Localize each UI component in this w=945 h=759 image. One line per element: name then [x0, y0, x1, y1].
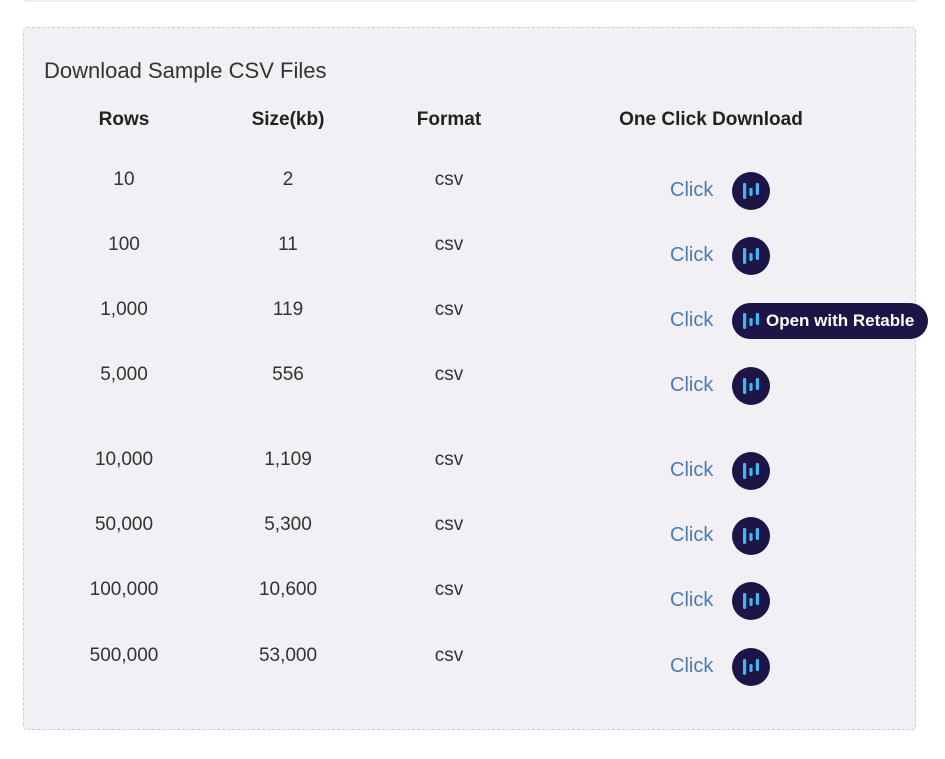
cell-format: csv [434, 299, 464, 320]
open-with-retable-button[interactable]: Open with Retable [732, 367, 770, 405]
table-row: 50,000 5,300 csv Click Open with Retable [24, 514, 915, 555]
table-row: 1,000 119 csv Click Open with Retable [24, 299, 929, 339]
open-with-retable-button[interactable]: Open with Retable [732, 582, 770, 620]
cell-format: csv [434, 645, 464, 666]
download-link[interactable]: Click [670, 589, 713, 612]
table-row: 10,000 1,109 csv Click Open with Retable [24, 449, 915, 490]
cell-size: 1,109 [264, 449, 312, 470]
table-row: 500,000 53,000 csv Click Open with Retab… [24, 645, 915, 686]
panel-title: Download Sample CSV Files [44, 58, 327, 83]
download-link[interactable]: Click [670, 309, 713, 332]
cell-rows: 5,000 [100, 364, 148, 385]
cell-format: csv [434, 234, 464, 255]
table-row: 5,000 556 csv Click Open with Retable [24, 364, 915, 405]
download-link[interactable]: Click [670, 244, 713, 267]
download-link[interactable]: Click [670, 459, 713, 482]
cell-format: csv [434, 364, 464, 385]
cell-format: csv [434, 169, 464, 190]
open-with-retable-button[interactable]: Open with Retable [732, 302, 929, 340]
download-link[interactable]: Click [670, 524, 713, 547]
cell-format: csv [434, 514, 464, 535]
cell-rows: 50,000 [94, 514, 154, 535]
header-format: Format [416, 109, 482, 130]
retable-logo-icon [732, 582, 770, 620]
cell-rows: 10 [113, 169, 135, 190]
cell-size: 53,000 [258, 645, 318, 666]
retable-logo-icon [732, 302, 770, 340]
cell-format: csv [434, 449, 464, 470]
download-link[interactable]: Click [670, 179, 713, 202]
retable-logo-icon [732, 452, 770, 490]
cell-size: 5,300 [264, 514, 312, 535]
cell-size: 10,600 [258, 579, 318, 600]
table-row: 100,000 10,600 csv Click Open with Retab… [24, 579, 915, 620]
open-with-retable-button[interactable]: Open with Retable [732, 452, 770, 490]
open-with-retable-button[interactable]: Open with Retable [732, 172, 770, 210]
header-rows: Rows [98, 109, 150, 130]
cell-rows: 10,000 [94, 449, 154, 470]
table-row: 10 2 csv Click Open with Retable [24, 169, 915, 210]
cell-size: 11 [278, 234, 298, 255]
cell-rows: 100,000 [89, 579, 159, 600]
download-link[interactable]: Click [670, 655, 713, 678]
header-size: Size(kb) [251, 109, 325, 130]
cell-rows: 500,000 [89, 645, 159, 666]
retable-logo-icon [732, 237, 770, 275]
retable-logo-icon [732, 367, 770, 405]
cell-size: 2 [282, 169, 294, 190]
cell-size: 119 [272, 299, 304, 320]
open-with-retable-label: Open with Retable [766, 311, 915, 330]
top-divider [24, 0, 916, 2]
cell-rows: 1,000 [100, 299, 148, 320]
cell-format: csv [434, 579, 464, 600]
download-link[interactable]: Click [670, 374, 713, 397]
table-row: 100 11 csv Click Open with Retable [24, 234, 915, 275]
header-download: One Click Download [619, 109, 803, 130]
open-with-retable-button[interactable]: Open with Retable [732, 648, 770, 686]
open-with-retable-button[interactable]: Open with Retable [732, 517, 770, 555]
cell-size: 556 [272, 364, 304, 385]
retable-logo-icon [732, 648, 770, 686]
retable-logo-icon [732, 517, 770, 555]
open-with-retable-button[interactable]: Open with Retable [732, 237, 770, 275]
cell-rows: 100 [108, 234, 140, 255]
download-panel: Download Sample CSV Files Rows Size(kb) … [23, 27, 929, 730]
retable-logo-icon [732, 172, 770, 210]
